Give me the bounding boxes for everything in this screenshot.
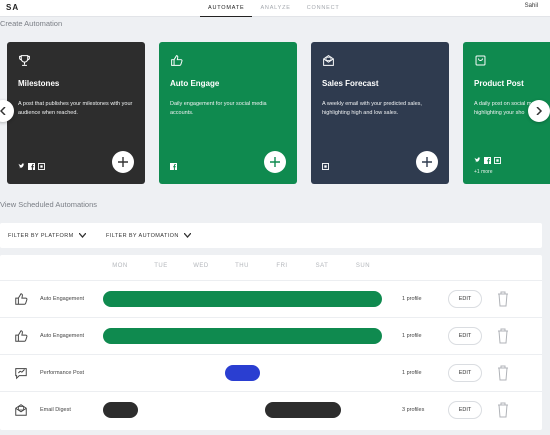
card-socials bbox=[170, 163, 177, 170]
edit-button[interactable]: EDIT bbox=[448, 327, 482, 345]
edit-button[interactable]: EDIT bbox=[448, 290, 482, 308]
profile-count: 1 profile bbox=[402, 333, 422, 339]
create-automation-heading: Create Automation bbox=[0, 19, 63, 28]
schedule-panel: MON TUE WED THU FRI SAT SUN Auto Engagem… bbox=[0, 255, 542, 430]
schedule-row: Performance Post 1 profile EDIT bbox=[0, 354, 542, 391]
day-header: SAT bbox=[315, 263, 329, 269]
plus-icon bbox=[270, 157, 280, 167]
card-socials bbox=[474, 157, 501, 164]
card-sales-forecast[interactable]: Sales Forecast A weekly email with your … bbox=[311, 42, 449, 184]
twitter-icon bbox=[474, 157, 481, 163]
day-header: THU bbox=[235, 263, 249, 269]
plus-icon bbox=[118, 157, 128, 167]
schedule-bar[interactable] bbox=[103, 402, 138, 418]
card-auto-engage[interactable]: Auto Engage Daily engagement for your so… bbox=[159, 42, 297, 184]
app-logo[interactable]: SA bbox=[6, 3, 19, 12]
shopping-bag-icon bbox=[475, 55, 486, 66]
day-header: FRI bbox=[276, 263, 288, 269]
edit-button[interactable]: EDIT bbox=[448, 364, 482, 382]
chevron-down-icon bbox=[78, 233, 86, 238]
card-description: Daily engagement for your social media a… bbox=[170, 101, 267, 116]
add-sales-forecast-button[interactable] bbox=[416, 151, 438, 173]
trash-icon[interactable] bbox=[497, 402, 509, 418]
thumbs-up-icon bbox=[171, 55, 183, 66]
card-socials bbox=[322, 163, 329, 170]
carousel-next-button[interactable] bbox=[528, 100, 550, 122]
chevron-right-icon bbox=[536, 107, 543, 115]
automation-name: Auto Engagement bbox=[40, 296, 85, 302]
card-description: A post that publishes your milestones wi… bbox=[18, 101, 133, 116]
chat-icon bbox=[15, 368, 27, 380]
day-header: MON bbox=[112, 263, 128, 269]
chevron-down-icon bbox=[183, 233, 191, 238]
email-icon bbox=[323, 55, 334, 66]
schedule-row: Auto Engagement 1 profile EDIT bbox=[0, 317, 542, 354]
tab-automate[interactable]: AUTOMATE bbox=[200, 0, 253, 17]
filter-platform-label: FILTER BY PLATFORM bbox=[8, 232, 74, 239]
trash-icon[interactable] bbox=[497, 291, 509, 307]
card-title: Milestones bbox=[18, 79, 60, 88]
card-milestones[interactable]: Milestones A post that publishes your mi… bbox=[7, 42, 145, 184]
schedule-bar[interactable] bbox=[225, 365, 260, 381]
edit-button[interactable]: EDIT bbox=[448, 401, 482, 419]
profile-count: 3 profiles bbox=[402, 407, 425, 413]
card-title: Auto Engage bbox=[170, 79, 220, 88]
facebook-icon bbox=[170, 163, 177, 170]
trash-icon[interactable] bbox=[497, 365, 509, 381]
top-bar: SA AUTOMATE ANALYZE CONNECT Sahil bbox=[0, 0, 550, 17]
email-icon bbox=[15, 404, 27, 416]
filter-by-platform[interactable]: FILTER BY PLATFORM bbox=[8, 223, 86, 248]
schedule-bar[interactable] bbox=[103, 291, 382, 307]
trash-icon[interactable] bbox=[497, 328, 509, 344]
schedule-bar[interactable] bbox=[265, 402, 341, 418]
filter-automation-label: FILTER BY AUTOMATION bbox=[106, 232, 179, 239]
thumbs-up-icon bbox=[15, 293, 28, 305]
day-header: SUN bbox=[355, 263, 371, 269]
instagram-icon bbox=[38, 163, 45, 170]
day-header: WED bbox=[193, 263, 209, 269]
plus-icon bbox=[422, 157, 432, 167]
more-platforms-label: +1 more bbox=[474, 169, 493, 175]
user-menu[interactable]: Sahil bbox=[525, 3, 538, 9]
profile-count: 1 profile bbox=[402, 370, 422, 376]
instagram-icon bbox=[322, 163, 329, 170]
tab-analyze[interactable]: ANALYZE bbox=[252, 0, 298, 17]
automation-name: Email Digest bbox=[40, 407, 71, 413]
schedule-bar[interactable] bbox=[103, 328, 382, 344]
trophy-icon bbox=[19, 55, 30, 66]
day-header: TUE bbox=[154, 263, 168, 269]
main-nav: AUTOMATE ANALYZE CONNECT bbox=[200, 0, 348, 17]
chevron-left-icon bbox=[0, 107, 6, 115]
facebook-icon bbox=[484, 157, 491, 164]
card-socials bbox=[18, 163, 45, 170]
automation-name: Performance Post bbox=[40, 370, 85, 376]
schedule-row: Email Digest 3 profiles EDIT bbox=[0, 391, 542, 428]
profile-count: 1 profile bbox=[402, 296, 422, 302]
card-description: A weekly email with your predicted sales… bbox=[322, 101, 422, 116]
schedule-row: Auto Engagement 1 profile EDIT bbox=[0, 280, 542, 317]
automation-name: Auto Engagement bbox=[40, 333, 85, 339]
thumbs-up-icon bbox=[15, 330, 28, 342]
filter-bar: FILTER BY PLATFORM FILTER BY AUTOMATION bbox=[0, 223, 542, 248]
card-title: Product Post bbox=[474, 79, 524, 88]
add-auto-engage-button[interactable] bbox=[264, 151, 286, 173]
twitter-icon bbox=[18, 163, 25, 169]
facebook-icon bbox=[28, 163, 35, 170]
filter-by-automation[interactable]: FILTER BY AUTOMATION bbox=[106, 223, 191, 248]
instagram-icon bbox=[494, 157, 501, 164]
scheduled-automations-heading: View Scheduled Automations bbox=[0, 200, 98, 209]
tab-connect[interactable]: CONNECT bbox=[299, 0, 348, 17]
add-milestones-button[interactable] bbox=[112, 151, 134, 173]
card-title: Sales Forecast bbox=[322, 79, 379, 88]
